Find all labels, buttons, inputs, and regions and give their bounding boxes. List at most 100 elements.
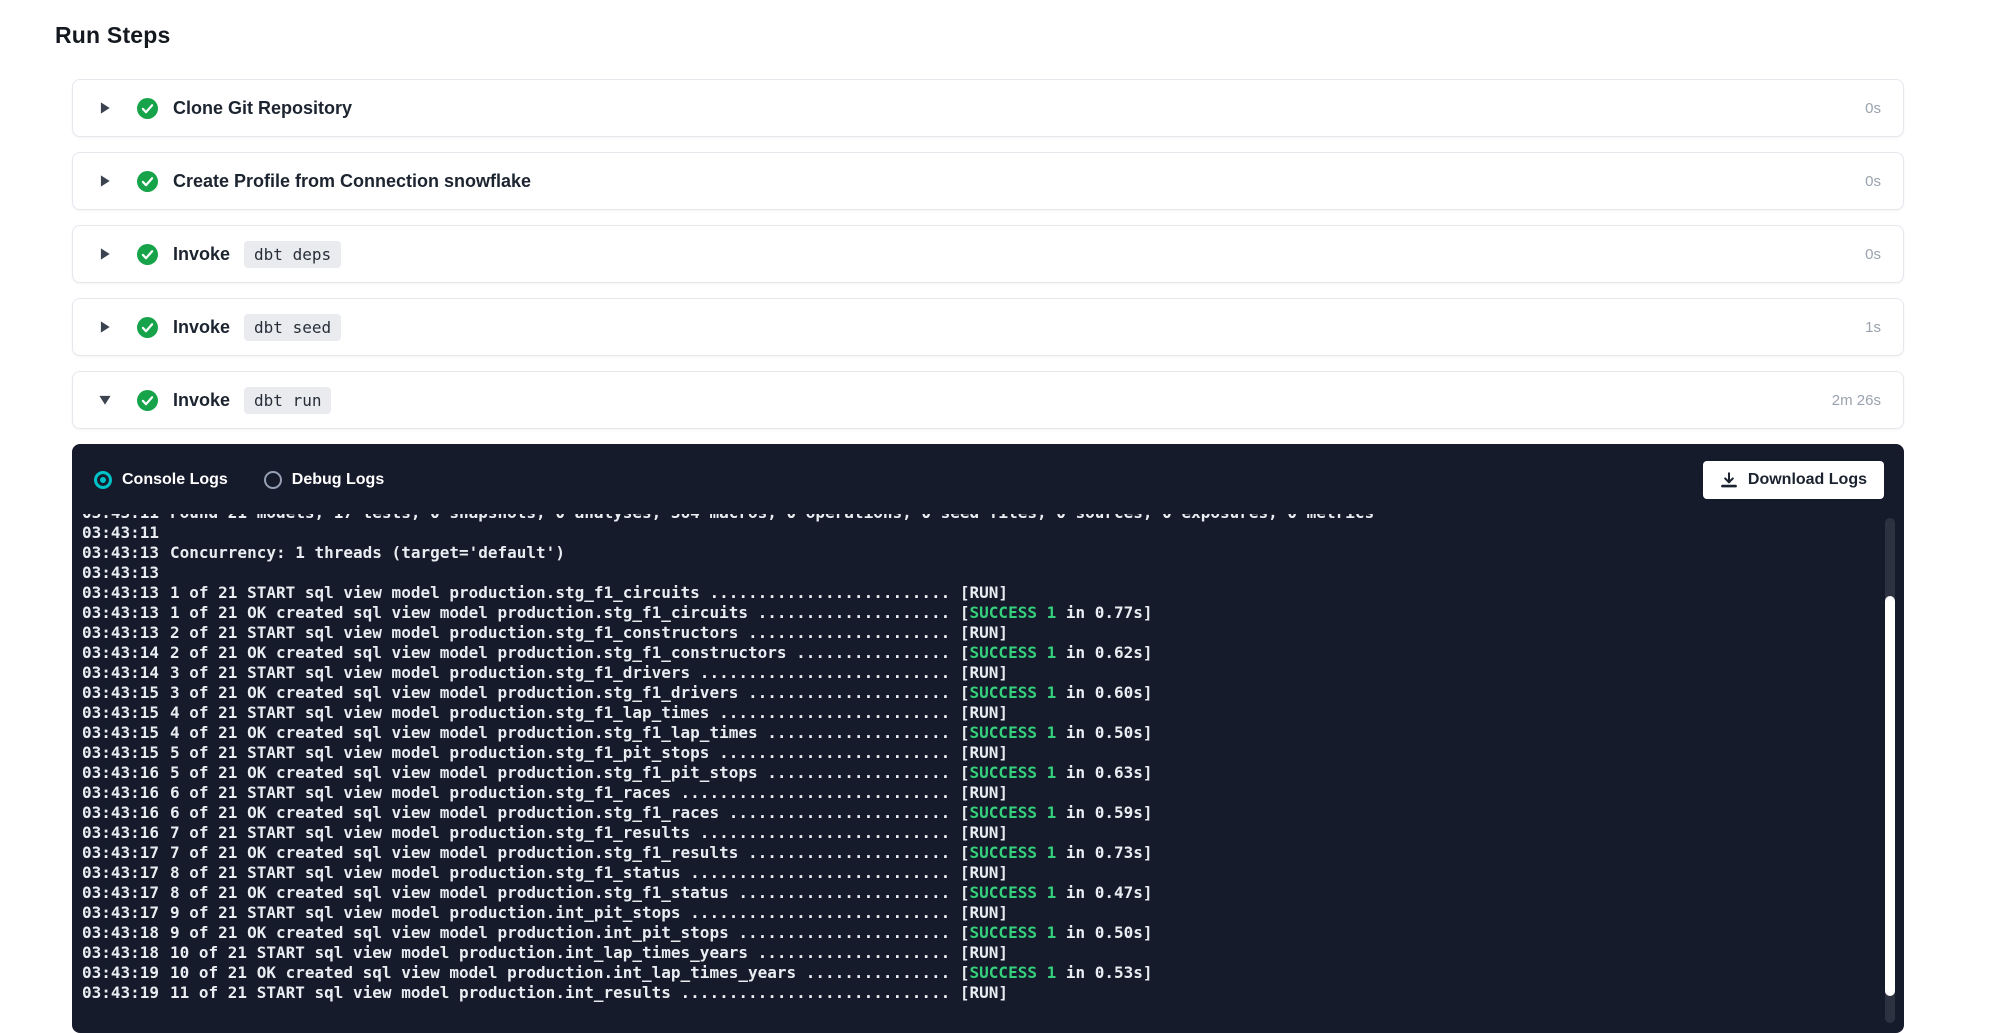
log-message: 6 of 21 START sql view model production.…	[170, 783, 1008, 803]
radio-console-logs[interactable]: Console Logs	[94, 471, 228, 489]
log-line: 03:43:15 4 of 21 START sql view model pro…	[82, 703, 1858, 723]
chevron-right-icon[interactable]	[97, 247, 113, 261]
log-success-badge: SUCCESS 1	[970, 923, 1057, 942]
log-line: 03:43:16 6 of 21 START sql view model pro…	[82, 783, 1858, 803]
log-lines: 03:43:11Found 21 models, 17 tests, 0 sna…	[82, 514, 1858, 1003]
log-success-badge: SUCCESS 1	[970, 723, 1057, 742]
log-success-badge: SUCCESS 1	[970, 803, 1057, 822]
log-timestamp: 03:43:11	[82, 514, 162, 523]
chevron-right-icon[interactable]	[97, 320, 113, 334]
step-label: Create Profile from Connection snowflake	[173, 171, 531, 192]
radio-selected-icon[interactable]	[94, 471, 112, 489]
check-circle-icon	[137, 171, 158, 192]
log-message: 5 of 21 OK created sql view model produc…	[170, 763, 1153, 783]
log-line: 03:43:1911 of 21 START sql view model pr…	[82, 983, 1858, 1003]
check-circle-icon	[137, 317, 158, 338]
log-message: 2 of 21 OK created sql view model produc…	[170, 643, 1153, 663]
log-timestamp: 03:43:14	[82, 663, 162, 683]
log-timestamp: 03:43:11	[82, 523, 162, 543]
console-scrollbar[interactable]	[1885, 518, 1895, 1023]
step-label: Invoke	[173, 317, 230, 338]
log-timestamp: 03:43:13	[82, 543, 162, 563]
log-message: 11 of 21 START sql view model production…	[170, 983, 1008, 1003]
run-steps-page: Run Steps Clone Git Repository0sCreate P…	[0, 0, 2000, 1033]
radio-debug-logs-label: Debug Logs	[292, 471, 384, 489]
step-duration: 1s	[1865, 319, 1881, 336]
log-line: 03:43:11Found 21 models, 17 tests, 0 sna…	[82, 514, 1858, 523]
step-label: Invoke	[173, 390, 230, 411]
console-log-area[interactable]: 03:43:11Found 21 models, 17 tests, 0 sna…	[72, 514, 1904, 1033]
log-timestamp: 03:43:13	[82, 603, 162, 623]
log-message: 3 of 21 START sql view model production.…	[170, 663, 1008, 683]
log-line: 03:43:13 1 of 21 OK created sql view mode…	[82, 603, 1858, 623]
log-line: 03:43:165 of 21 OK created sql view mode…	[82, 763, 1858, 783]
step-command-badge: dbt seed	[244, 314, 341, 341]
log-message: 4 of 21 OK created sql view model produc…	[170, 723, 1153, 743]
log-message: 4 of 21 START sql view model production.…	[170, 703, 1008, 723]
log-line: 03:43:132 of 21 START sql view model pro…	[82, 623, 1858, 643]
download-logs-button[interactable]: Download Logs	[1703, 461, 1884, 499]
log-timestamp: 03:43:13	[82, 563, 162, 583]
log-line: 03:43:11	[82, 523, 1858, 543]
steps-list: Clone Git Repository0sCreate Profile fro…	[72, 79, 1904, 429]
chevron-right-icon[interactable]	[97, 101, 113, 115]
radio-unselected-icon[interactable]	[264, 471, 282, 489]
chevron-right-icon[interactable]	[97, 174, 113, 188]
log-message: 3 of 21 OK created sql view model produc…	[170, 683, 1153, 703]
log-line: 03:43:131 of 21 START sql view model pro…	[82, 583, 1858, 603]
log-message: 8 of 21 OK created sql view model produc…	[170, 883, 1153, 903]
log-line: 03:43:17 8 of 21 OK created sql view mode…	[82, 883, 1858, 903]
log-line: 03:43:155 of 21 START sql view model pro…	[82, 743, 1858, 763]
log-message: Concurrency: 1 threads (target='default'…	[170, 543, 565, 563]
log-timestamp: 03:43:15	[82, 703, 162, 723]
step-duration: 2m 26s	[1832, 392, 1881, 409]
step-row[interactable]: Invoke dbt seed 1s	[72, 298, 1904, 356]
log-message: 1 of 21 OK created sql view model produc…	[170, 603, 1153, 623]
log-timestamp: 03:43:14	[82, 643, 162, 663]
log-timestamp: 03:43:15	[82, 683, 162, 703]
log-timestamp: 03:43:17	[82, 863, 162, 883]
check-circle-icon	[137, 98, 158, 119]
log-success-badge: SUCCESS 1	[970, 603, 1057, 622]
step-duration: 0s	[1865, 100, 1881, 117]
log-message: 5 of 21 START sql view model production.…	[170, 743, 1008, 763]
log-message: 10 of 21 OK created sql view model produ…	[170, 963, 1153, 983]
log-timestamp: 03:43:16	[82, 783, 162, 803]
log-timestamp: 03:43:15	[82, 723, 162, 743]
log-timestamp: 03:43:16	[82, 823, 162, 843]
log-message: 7 of 21 OK created sql view model produc…	[170, 843, 1153, 863]
step-command-badge: dbt deps	[244, 241, 341, 268]
log-timestamp: 03:43:17	[82, 903, 162, 923]
step-label: Clone Git Repository	[173, 98, 352, 119]
log-timestamp: 03:43:19	[82, 963, 162, 983]
chevron-down-icon[interactable]	[97, 394, 113, 406]
log-line: 03:43:16 7 of 21 START sql view model pro…	[82, 823, 1858, 843]
log-success-badge: SUCCESS 1	[970, 763, 1057, 782]
step-row[interactable]: Clone Git Repository 0s	[72, 79, 1904, 137]
log-timestamp: 03:43:17	[82, 883, 162, 903]
download-icon	[1720, 471, 1738, 489]
log-line: 03:43:17 7 of 21 OK created sql view mode…	[82, 843, 1858, 863]
log-line: 03:43:14 3 of 21 START sql view model pro…	[82, 663, 1858, 683]
log-message: 1 of 21 START sql view model production.…	[170, 583, 1008, 603]
radio-debug-logs[interactable]: Debug Logs	[264, 471, 384, 489]
step-row[interactable]: Invokedbt deps0s	[72, 225, 1904, 283]
console-toolbar: Console Logs Debug Logs Download Logs	[72, 444, 1904, 514]
log-timestamp: 03:43:17	[82, 843, 162, 863]
step-row[interactable]: Create Profile from Connection snowflake…	[72, 152, 1904, 210]
log-timestamp: 03:43:18	[82, 943, 162, 963]
steps-section: Clone Git Repository0sCreate Profile fro…	[72, 79, 1904, 1033]
step-duration: 0s	[1865, 173, 1881, 190]
log-line: 03:43:19 10 of 21 OK created sql view mod…	[82, 963, 1858, 983]
step-duration: 0s	[1865, 246, 1881, 263]
log-line: 03:43:189 of 21 OK created sql view mode…	[82, 923, 1858, 943]
page-title: Run Steps	[55, 22, 1904, 49]
log-line: 03:43:178 of 21 START sql view model pro…	[82, 863, 1858, 883]
log-message: 7 of 21 START sql view model production.…	[170, 823, 1008, 843]
log-line: 03:43:15 3 of 21 OK created sql view mode…	[82, 683, 1858, 703]
log-success-badge: SUCCESS 1	[970, 843, 1057, 862]
log-timestamp: 03:43:18	[82, 923, 162, 943]
step-row[interactable]: Invokedbt run2m 26s	[72, 371, 1904, 429]
radio-console-logs-label: Console Logs	[122, 471, 228, 489]
scrollbar-thumb[interactable]	[1885, 596, 1895, 996]
